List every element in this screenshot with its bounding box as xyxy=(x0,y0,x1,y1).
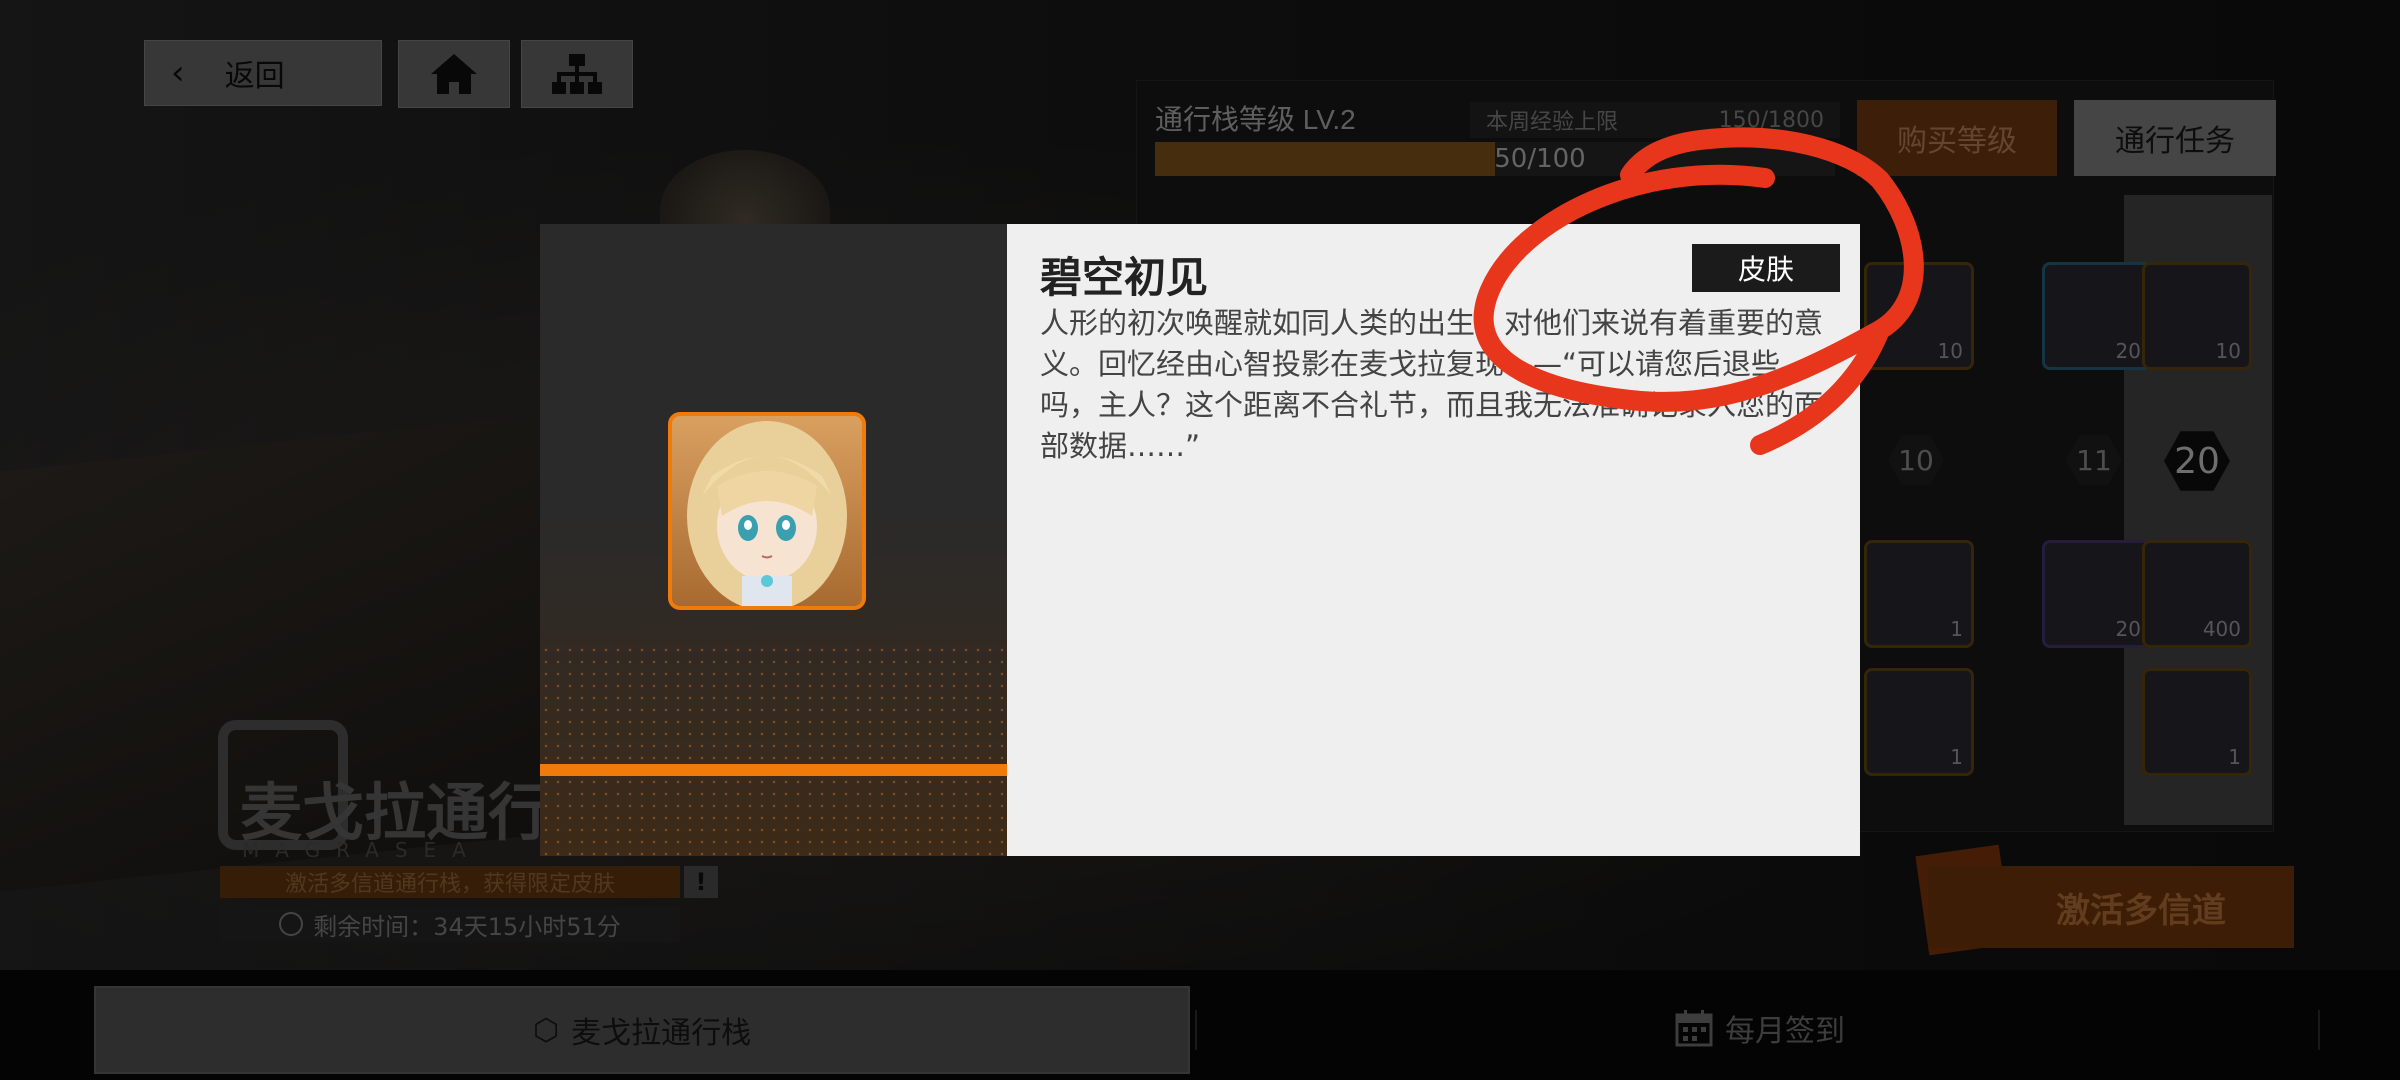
annotation-circle xyxy=(1473,127,1924,455)
